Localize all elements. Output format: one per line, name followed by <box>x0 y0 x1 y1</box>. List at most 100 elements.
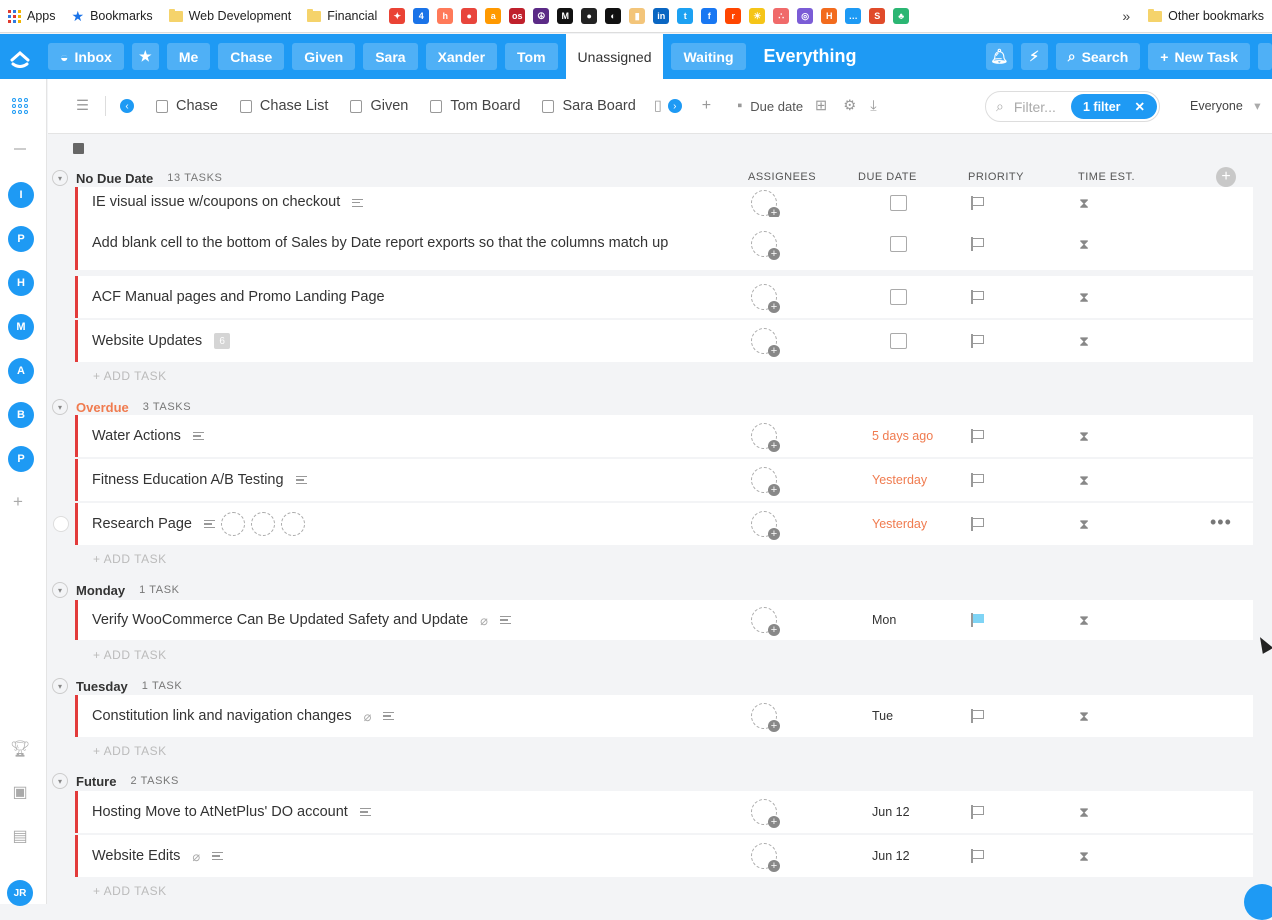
hourglass-icon[interactable]: ⧗ <box>1078 333 1090 349</box>
task-row[interactable]: Research Page Yesterday ⧗ ••• <box>75 503 1253 545</box>
column-due-date[interactable]: DUE DATE <box>858 171 917 183</box>
priority-flag-icon[interactable] <box>971 805 985 819</box>
group-header[interactable]: ▾ Monday 1 TASK <box>52 582 180 598</box>
chevron-down-icon[interactable]: ▾ <box>52 170 68 186</box>
amazon-icon[interactable]: a <box>485 8 502 24</box>
chevron-down-icon[interactable]: ▾ <box>52 582 68 598</box>
due-date[interactable]: Jun 12 <box>872 849 910 863</box>
hourglass-icon[interactable]: ⧗ <box>1078 848 1090 864</box>
task-title[interactable]: IE visual issue w/coupons on checkout <box>92 192 340 213</box>
priority-flag-icon[interactable] <box>971 195 985 210</box>
more-bookmarks-chevron[interactable]: » <box>1112 8 1140 24</box>
peace-icon[interactable]: ☮ <box>533 8 550 24</box>
add-view-icon[interactable]: + <box>702 97 711 115</box>
priority-flag-icon[interactable] <box>971 613 985 627</box>
linkedin-icon[interactable]: in <box>653 8 670 24</box>
add-space-icon[interactable]: + <box>13 492 23 512</box>
task-name[interactable]: Verify WooCommerce Can Be Updated Safety… <box>92 610 732 631</box>
task-name[interactable]: Fitness Education A/B Testing <box>92 470 732 491</box>
chevron-down-icon[interactable]: ▾ <box>52 678 68 694</box>
picasa-icon[interactable]: ✦ <box>389 8 406 24</box>
task-title[interactable]: Constitution link and navigation changes <box>92 706 352 727</box>
settings-gear-icon[interactable]: ⚙ <box>843 98 856 114</box>
clipboard-icon[interactable]: ▤ <box>11 827 29 845</box>
due-date[interactable]: Jun 12 <box>872 805 910 819</box>
tab-xander[interactable]: Xander <box>425 43 498 70</box>
add-task-button[interactable]: + ADD TASK <box>93 552 167 566</box>
due-date[interactable]: 5 days ago <box>872 429 933 443</box>
task-title[interactable]: Water Actions <box>92 426 181 447</box>
bookmark-web-development[interactable]: Web Development <box>161 0 300 32</box>
calendar-icon[interactable] <box>890 235 907 252</box>
bookmark-bookmarks[interactable]: ★ Bookmarks <box>64 0 161 32</box>
tag-icon[interactable] <box>280 512 305 536</box>
view-tab-chase[interactable]: Chase <box>156 98 218 114</box>
task-name[interactable]: Constitution link and navigation changes… <box>92 706 732 727</box>
floating-action-button[interactable] <box>1244 884 1272 920</box>
edit-icon[interactable] <box>220 512 245 536</box>
task-title[interactable]: Website Edits <box>92 846 180 867</box>
view-tab-tom-board[interactable]: Tom Board <box>430 98 520 114</box>
task-row[interactable]: Website Updates 6 ⧗ <box>75 320 1253 362</box>
trophy-icon[interactable]: 🏆︎ <box>10 740 30 758</box>
priority-flag-icon[interactable] <box>971 290 985 304</box>
task-row[interactable]: IE visual issue w/coupons on checkout ⧗ <box>75 187 1253 219</box>
hourglass-icon[interactable]: ⧗ <box>1078 195 1090 211</box>
add-task-button[interactable]: + ADD TASK <box>93 648 167 662</box>
task-name[interactable]: Website Updates 6 <box>92 331 732 352</box>
subtask-count-badge[interactable]: 6 <box>214 333 231 349</box>
filter-input[interactable]: ⌕ Filter... 1 filter ✕ <box>985 91 1160 122</box>
new-task-button[interactable]: + New Task <box>1148 43 1250 70</box>
space-avatar-i[interactable]: I <box>8 182 34 208</box>
due-date-sort[interactable]: Due date <box>750 99 803 114</box>
close-icon[interactable]: ✕ <box>1135 99 1145 114</box>
hourglass-icon[interactable]: ⧗ <box>1078 612 1090 628</box>
task-title[interactable]: Verify WooCommerce Can Be Updated Safety… <box>92 610 468 631</box>
task-row[interactable]: Add blank cell to the bottom of Sales by… <box>75 217 1253 270</box>
quick-actions-button[interactable]: ⚡︎ <box>1020 43 1048 70</box>
assignee-add-icon[interactable] <box>751 423 780 452</box>
headphones-icon[interactable]: ◐ <box>605 8 622 24</box>
tab-chase[interactable]: Chase <box>218 43 285 70</box>
calendar-icon[interactable] <box>890 289 907 305</box>
group-header[interactable]: ▾ Future 2 TASKS <box>52 773 179 789</box>
view-tab-chase-list[interactable]: Chase List <box>239 98 328 114</box>
task-title[interactable]: Add blank cell to the bottom of Sales by… <box>92 233 668 254</box>
tab-me[interactable]: Me <box>166 43 211 70</box>
task-row[interactable]: Hosting Move to AtNetPlus' DO account Jun… <box>75 791 1253 833</box>
task-name[interactable]: ACF Manual pages and Promo Landing Page <box>92 287 732 308</box>
sort-icon[interactable]: ▪ <box>737 98 742 114</box>
calendar-icon[interactable]: 4 <box>413 8 430 24</box>
user-avatar[interactable]: JR <box>7 880 33 906</box>
filter-pill[interactable]: 1 filter ✕ <box>1071 94 1157 119</box>
priority-flag-icon[interactable] <box>971 849 985 863</box>
add-task-button[interactable]: + ADD TASK <box>93 744 167 758</box>
priority-flag-icon[interactable] <box>971 334 985 348</box>
task-title[interactable]: Website Updates <box>92 331 202 352</box>
facebook-icon[interactable]: f <box>701 8 718 24</box>
scroll-left-icon[interactable]: ‹ <box>120 99 134 113</box>
priority-flag-icon[interactable] <box>971 473 985 487</box>
task-title[interactable]: Research Page <box>92 514 192 535</box>
space-avatar-p[interactable]: P <box>8 226 34 252</box>
h-icon[interactable]: H <box>821 8 838 24</box>
view-tab-sara-board[interactable]: Sara Board <box>542 98 636 114</box>
due-date[interactable]: Yesterday <box>872 473 927 487</box>
space-avatar-b[interactable]: B <box>8 402 34 428</box>
priority-flag-icon[interactable] <box>971 517 985 531</box>
hourglass-icon[interactable]: ⧗ <box>1078 708 1090 724</box>
space-avatar-a[interactable]: A <box>8 358 34 384</box>
circle-icon[interactable]: ◎ <box>797 8 814 24</box>
tomato-icon[interactable]: ● <box>461 8 478 24</box>
assignee-add-icon[interactable] <box>751 511 780 540</box>
assignee-add-icon[interactable] <box>751 799 780 828</box>
chevron-down-icon[interactable]: ▾ <box>52 773 68 789</box>
column-time-est[interactable]: TIME EST. <box>1078 171 1135 183</box>
scroll-right-icon[interactable]: › <box>667 99 682 113</box>
lastpass-icon[interactable]: os <box>509 8 526 24</box>
assignee-add-icon[interactable] <box>751 607 780 636</box>
s-icon[interactable]: S <box>869 8 886 24</box>
reddit-icon[interactable]: r <box>725 8 742 24</box>
assignee-add-icon[interactable] <box>751 284 780 313</box>
task-title[interactable]: ACF Manual pages and Promo Landing Page <box>92 287 385 308</box>
